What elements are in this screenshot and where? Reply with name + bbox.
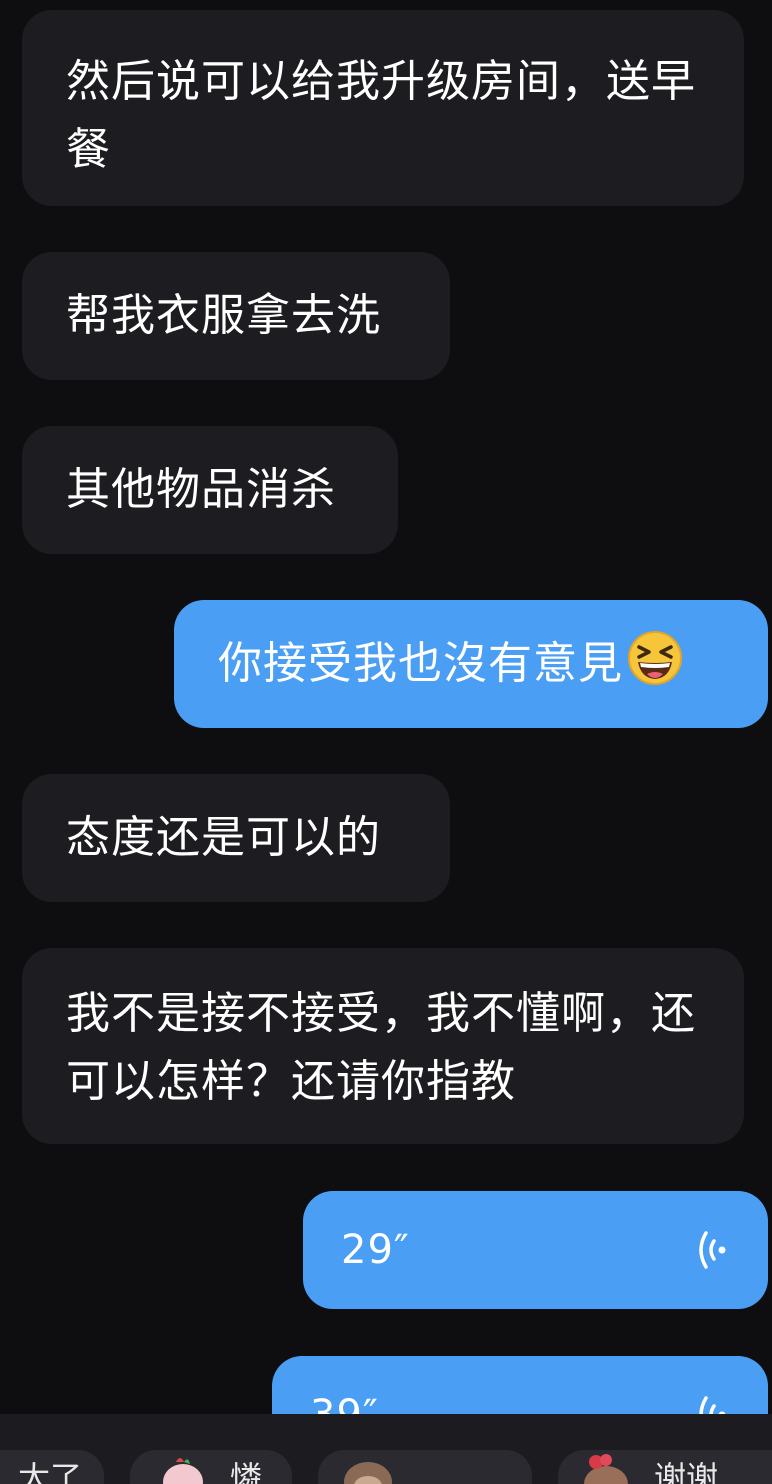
message-text: 你接受我也沒有意見	[218, 638, 623, 689]
grinning-squinting-face-icon	[628, 631, 682, 685]
quick-reply-chip[interactable]: 憐	[130, 1450, 292, 1484]
message-text: 态度还是可以的	[66, 812, 381, 863]
voice-wave-icon	[699, 1231, 726, 1269]
quick-reply-label: 憐	[230, 1459, 263, 1484]
monkey-sticker-icon	[344, 1462, 392, 1484]
voice-message[interactable]: 29″	[303, 1191, 768, 1309]
quick-reply-label: 谢谢	[654, 1459, 719, 1484]
chat-message-list[interactable]: 然后说可以给我升级房间，送早餐 帮我衣服拿去洗 其他物品消杀 你接受我也沒有意見…	[0, 0, 772, 1414]
quick-reply-label: 太了	[18, 1459, 83, 1484]
message-text: 帮我衣服拿去洗	[66, 290, 381, 341]
quick-reply-chip[interactable]	[318, 1450, 532, 1484]
quick-reply-bar: 太了 憐 谢谢	[0, 1414, 772, 1484]
voice-message[interactable]: 39″	[272, 1356, 768, 1414]
message-text: 我不是接不接受，我不懂啊，还可以怎样？还请你指教	[66, 988, 696, 1107]
incoming-message[interactable]: 我不是接不接受，我不懂啊，还可以怎样？还请你指教	[22, 948, 744, 1144]
pig-sticker-icon	[163, 1458, 203, 1484]
incoming-message[interactable]: 帮我衣服拿去洗	[22, 252, 450, 380]
message-text: 然后说可以给我升级房间，送早餐	[66, 56, 696, 175]
quick-reply-chip[interactable]: 谢谢	[558, 1450, 772, 1484]
incoming-message[interactable]: 态度还是可以的	[22, 774, 450, 902]
voice-duration: 29″	[341, 1227, 410, 1273]
voice-duration: 39″	[310, 1381, 379, 1414]
outgoing-message[interactable]: 你接受我也沒有意見	[174, 600, 768, 728]
quick-reply-chip[interactable]: 太了	[0, 1450, 104, 1484]
voice-wave-icon	[699, 1396, 726, 1414]
incoming-message[interactable]: 然后说可以给我升级房间，送早餐	[22, 10, 744, 206]
message-text: 其他物品消杀	[66, 464, 336, 515]
incoming-message[interactable]: 其他物品消杀	[22, 426, 398, 554]
bear-sticker-icon	[584, 1454, 628, 1484]
